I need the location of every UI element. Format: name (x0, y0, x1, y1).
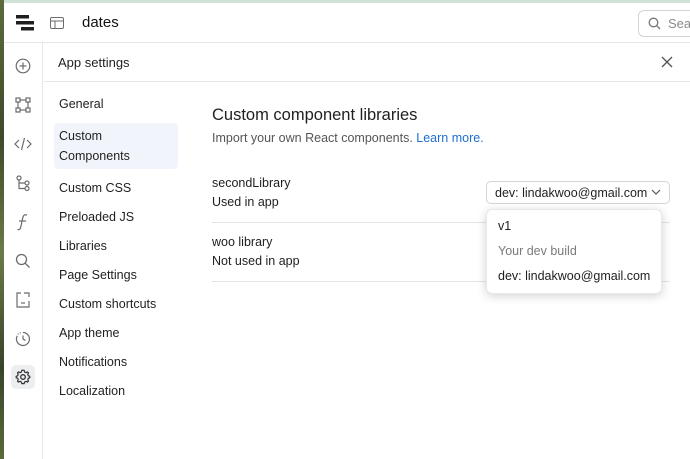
add-icon[interactable] (11, 54, 35, 78)
settings-title: App settings (58, 55, 130, 70)
left-rail (4, 43, 43, 459)
nav-item-app-theme[interactable]: App theme (54, 323, 178, 343)
version-dropdown-menu: v1 Your dev build dev: lindakwoo@gmail.c… (486, 209, 662, 294)
version-select-value: dev: lindakwoo@gmail.com (495, 186, 648, 200)
tree-icon[interactable] (11, 171, 35, 195)
nav-item-label-line2: Components (59, 149, 130, 163)
learn-more-link[interactable]: Learn more. (416, 131, 483, 145)
nav-item-localization[interactable]: Localization (54, 381, 178, 401)
app-logo-icon[interactable] (16, 15, 34, 31)
components-icon[interactable] (11, 93, 35, 117)
search-icon (648, 17, 661, 30)
version-select[interactable]: dev: lindakwoo@gmail.com (486, 181, 670, 204)
nav-item-general[interactable]: General (54, 94, 178, 114)
search-input[interactable]: Search (638, 10, 690, 37)
subtitle-text: Import your own React components. (212, 131, 413, 145)
export-icon[interactable] (11, 288, 35, 312)
search-icon[interactable] (11, 249, 35, 273)
nav-item-page-settings[interactable]: Page Settings (54, 265, 178, 285)
dropdown-option-dev-build[interactable]: dev: lindakwoo@gmail.com (498, 269, 650, 283)
close-icon[interactable] (660, 55, 674, 69)
page-subtitle: Import your own React components. Learn … (212, 131, 670, 145)
nav-item-label-line1: Custom (59, 129, 103, 143)
settings-nav: General Custom Components Custom CSS Prel… (54, 94, 178, 410)
history-icon[interactable] (11, 327, 35, 351)
content-header: Custom component libraries Import your o… (212, 106, 670, 145)
settings-header: App settings (44, 43, 690, 82)
pages-icon[interactable] (50, 17, 64, 29)
dropdown-option-v1[interactable]: v1 (498, 219, 511, 233)
nav-item-libraries[interactable]: Libraries (54, 236, 178, 256)
app-name[interactable]: dates (82, 14, 119, 31)
gear-icon[interactable] (11, 365, 35, 389)
nav-item-notifications[interactable]: Notifications (54, 352, 178, 372)
nav-item-custom-components[interactable]: Custom Components (54, 123, 178, 169)
dropdown-group-header: Your dev build (498, 244, 577, 258)
page-title: Custom component libraries (212, 106, 418, 124)
code-icon[interactable] (11, 132, 35, 156)
nav-item-custom-css[interactable]: Custom CSS (54, 178, 178, 198)
function-icon[interactable] (11, 210, 35, 234)
nav-item-custom-shortcuts[interactable]: Custom shortcuts (54, 294, 178, 314)
nav-item-preloaded-js[interactable]: Preloaded JS (54, 207, 178, 227)
top-bar: dates Search (4, 3, 690, 43)
chevron-down-icon (651, 189, 661, 195)
search-placeholder: Search (668, 16, 690, 31)
